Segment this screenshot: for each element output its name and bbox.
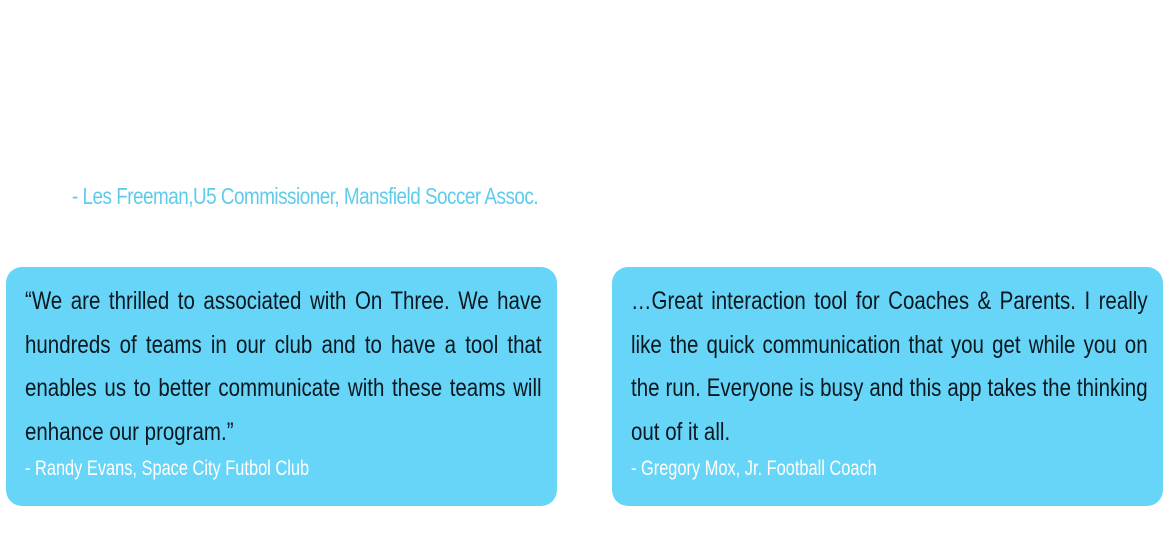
testimonial-card: …Great interaction tool for Coaches & Pa… xyxy=(612,267,1163,506)
testimonial-quote: …Great interaction tool for Coaches & Pa… xyxy=(631,287,1148,446)
testimonial-quote: “We are thrilled to associated with On T… xyxy=(25,287,542,446)
testimonial-author: - Randy Evans, Space City Futbol Club xyxy=(25,457,310,480)
testimonial-attribution: - Les Freeman,U5 Commissioner, Mansfield… xyxy=(72,183,539,209)
testimonial-card: “We are thrilled to associated with On T… xyxy=(6,267,557,506)
testimonial-author: - Gregory Mox, Jr. Football Coach xyxy=(631,457,877,480)
testimonials-section: - Les Freeman,U5 Commissioner, Mansfield… xyxy=(0,0,1170,560)
